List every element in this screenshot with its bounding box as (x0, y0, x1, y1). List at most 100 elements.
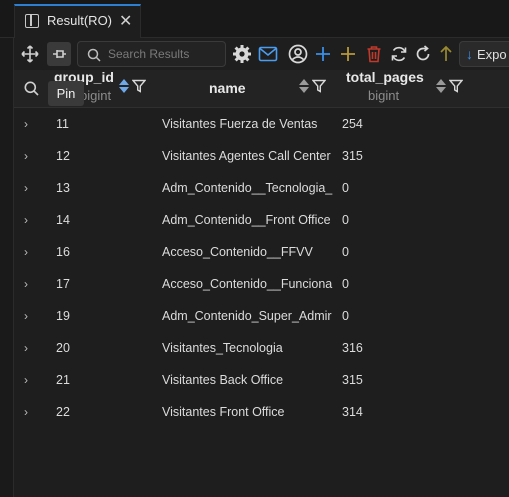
table-row[interactable]: › 20 Visitantes_Tecnologia 316 (14, 332, 509, 364)
column-name: total_pages (346, 69, 424, 85)
plus-icon (341, 47, 355, 61)
close-tab-button[interactable]: ✕ (119, 11, 132, 31)
cell-group-id: 12 (56, 149, 70, 163)
cell-name: Adm_Contenido__Front Office (162, 213, 331, 227)
table-row[interactable]: › 17 Acceso_Contenido__Funciona 0 (14, 268, 509, 300)
grid-header: group_id bigint name total_pages bigint (14, 69, 509, 108)
search-icon (24, 81, 39, 96)
table-row[interactable]: › 11 Visitantes Fuerza de Ventas 254 (14, 108, 509, 140)
cell-group-id: 16 (56, 245, 70, 259)
chevron-right-icon[interactable]: › (24, 245, 28, 259)
cell-group-id: 21 (56, 373, 70, 387)
column-type: bigint (368, 88, 400, 103)
pin-icon (53, 50, 66, 58)
cell-name: Visitantes Back Office (162, 373, 284, 387)
cell-group-id: 14 (56, 213, 70, 227)
result-rows: › 11 Visitantes Fuerza de Ventas 254 › 12 Vis… (14, 108, 509, 428)
cell-total-pages: 0 (342, 213, 349, 227)
trash-icon (367, 46, 381, 63)
filter-icon[interactable] (132, 79, 146, 93)
rotate-icon (416, 45, 430, 61)
filter-icon[interactable] (312, 79, 326, 93)
search-input[interactable] (108, 46, 220, 62)
column-header-name[interactable]: name (154, 70, 334, 108)
chevron-right-icon[interactable]: › (24, 341, 28, 355)
gear-icon (233, 45, 251, 63)
cell-group-id: 11 (56, 117, 69, 131)
chevron-right-icon[interactable]: › (24, 373, 28, 387)
cell-group-id: 13 (56, 181, 70, 195)
sort-icon[interactable] (298, 78, 310, 94)
cell-group-id: 22 (56, 405, 70, 419)
tab-result[interactable]: Result(RO) ✕ (14, 4, 141, 38)
cell-total-pages: 0 (342, 181, 349, 195)
cell-total-pages: 315 (342, 373, 363, 387)
cell-name: Adm_Contenido_Super_Admir (162, 309, 332, 323)
chevron-right-icon[interactable]: › (24, 277, 28, 291)
filter-icon[interactable] (449, 79, 463, 93)
chevron-right-icon[interactable]: › (24, 309, 28, 323)
add-row-button[interactable] (311, 42, 335, 66)
sync-icon (391, 46, 407, 62)
table-row[interactable]: › 22 Visitantes Front Office 314 (14, 396, 509, 428)
toolbar: ↓ Expo (14, 38, 509, 70)
table-row[interactable]: › 19 Adm_Contenido_Super_Admir 0 (14, 300, 509, 332)
table-row[interactable]: › 13 Adm_Contenido__Tecnologia_ 0 (14, 172, 509, 204)
export-button[interactable]: ↓ Expo (459, 41, 509, 67)
plus-icon (316, 47, 330, 61)
search-icon (87, 48, 101, 62)
chevron-right-icon[interactable]: › (24, 149, 28, 163)
user-button[interactable] (286, 42, 310, 66)
cell-total-pages: 254 (342, 117, 363, 131)
refresh-button[interactable] (387, 42, 411, 66)
search-box[interactable] (77, 41, 226, 67)
chevron-right-icon[interactable]: › (24, 405, 28, 419)
settings-button[interactable] (230, 42, 254, 66)
panel-icon (25, 14, 39, 28)
chevron-right-icon[interactable]: › (24, 117, 28, 131)
cell-total-pages: 316 (342, 341, 363, 355)
pin-tooltip: Pin (48, 81, 84, 106)
column-type: bigint (80, 88, 112, 103)
cell-total-pages: 314 (342, 405, 363, 419)
email-button[interactable] (256, 42, 280, 66)
cell-total-pages: 0 (342, 245, 349, 259)
export-label: Expo (477, 46, 507, 62)
grid-search-button[interactable] (24, 81, 39, 101)
sort-icon[interactable] (118, 78, 130, 94)
move-icon (21, 45, 39, 63)
cell-total-pages: 315 (342, 149, 363, 163)
cell-name: Visitantes Fuerza de Ventas (162, 117, 318, 131)
table-row[interactable]: › 21 Visitantes Back Office 315 (14, 364, 509, 396)
cell-name: Acceso_Contenido__FFVV (162, 245, 313, 259)
cell-name: Adm_Contenido__Tecnologia_ (162, 181, 333, 195)
table-row[interactable]: › 14 Adm_Contenido__Front Office 0 (14, 204, 509, 236)
column-header-total-pages[interactable]: total_pages bigint (346, 69, 506, 108)
download-icon: ↓ (466, 46, 473, 62)
cell-name: Visitantes_Tecnologia (162, 341, 283, 355)
arrow-up-icon (440, 45, 452, 61)
mail-icon (258, 46, 278, 62)
pin-button[interactable] (47, 42, 71, 66)
delete-button[interactable] (362, 42, 386, 66)
cell-total-pages: 0 (342, 277, 349, 291)
table-row[interactable]: › 12 Visitantes Agentes Call Center 315 (14, 140, 509, 172)
cell-name: Visitantes Front Office (162, 405, 285, 419)
add-column-button[interactable] (336, 42, 360, 66)
move-button[interactable] (18, 42, 42, 66)
chevron-right-icon[interactable]: › (24, 213, 28, 227)
move-up-button[interactable] (434, 42, 458, 66)
table-row[interactable]: › 16 Acceso_Contenido__FFVV 0 (14, 236, 509, 268)
chevron-right-icon[interactable]: › (24, 181, 28, 195)
tab-bar: Result(RO) ✕ (0, 0, 509, 38)
cell-group-id: 17 (56, 277, 70, 291)
reload-button[interactable] (411, 42, 435, 66)
cell-total-pages: 0 (342, 309, 349, 323)
sort-icon[interactable] (435, 78, 447, 94)
user-icon (288, 44, 308, 64)
cell-group-id: 20 (56, 341, 70, 355)
cell-name: Acceso_Contenido__Funciona (162, 277, 333, 291)
tab-title: Result(RO) (47, 13, 113, 28)
cell-name: Visitantes Agentes Call Center (162, 149, 331, 163)
cell-group-id: 19 (56, 309, 70, 323)
